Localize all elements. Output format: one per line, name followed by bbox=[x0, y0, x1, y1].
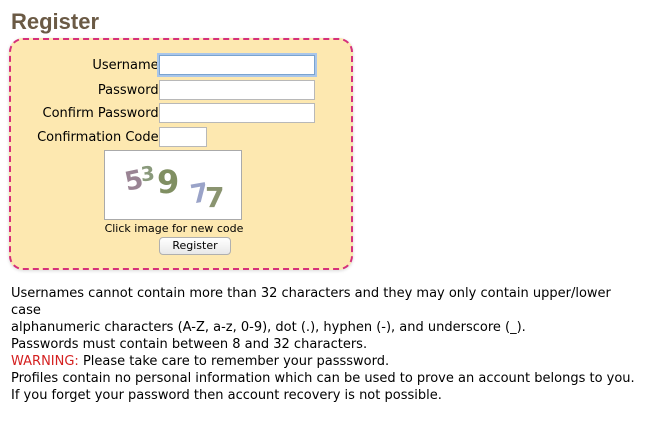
confirmation-code-row: Confirmation Code: bbox=[11, 127, 351, 149]
svg-text:9: 9 bbox=[157, 163, 179, 201]
warning-block: WARNING: Please take care to remember yo… bbox=[11, 353, 641, 404]
username-input[interactable] bbox=[159, 55, 315, 75]
page-title: Register bbox=[11, 9, 100, 34]
warning-text: Please take care to remember your passsw… bbox=[78, 354, 390, 369]
confirm-password-row: Confirm Password: bbox=[11, 103, 351, 125]
svg-text:3: 3 bbox=[140, 161, 156, 186]
username-rules: Usernames cannot contain more than 32 ch… bbox=[11, 285, 641, 353]
warning-line-1: WARNING: Please take care to remember yo… bbox=[11, 353, 641, 370]
warning-label: WARNING: bbox=[11, 354, 79, 369]
confirmation-code-label: Confirmation Code: bbox=[37, 130, 163, 145]
register-button[interactable]: Register bbox=[159, 237, 231, 255]
captcha-graphic: 5 3 9 7 7 bbox=[122, 161, 224, 214]
rules-line-2: alphanumeric characters (A-Z, a-z, 0-9),… bbox=[11, 320, 526, 335]
username-row: Username: bbox=[11, 55, 351, 77]
password-label: Password: bbox=[97, 83, 163, 98]
warning-line-3: If you forget your password then account… bbox=[11, 388, 442, 403]
captcha-hint: Click image for new code bbox=[104, 222, 244, 235]
username-label: Username: bbox=[92, 58, 163, 73]
rules-line-3: Passwords must contain between 8 and 32 … bbox=[11, 337, 368, 352]
password-row: Password: bbox=[11, 80, 351, 102]
confirm-password-input[interactable] bbox=[159, 103, 315, 123]
svg-text:7: 7 bbox=[205, 181, 224, 214]
confirmation-code-input[interactable] bbox=[159, 127, 207, 147]
password-input[interactable] bbox=[159, 80, 315, 100]
register-form: Username: Password: Confirm Password: Co… bbox=[9, 38, 353, 270]
captcha-image[interactable]: 5 3 9 7 7 bbox=[104, 150, 242, 220]
warning-line-2: Profiles contain no personal information… bbox=[11, 371, 635, 386]
confirm-password-label: Confirm Password: bbox=[42, 106, 163, 121]
rules-line-1: Usernames cannot contain more than 32 ch… bbox=[11, 286, 611, 318]
